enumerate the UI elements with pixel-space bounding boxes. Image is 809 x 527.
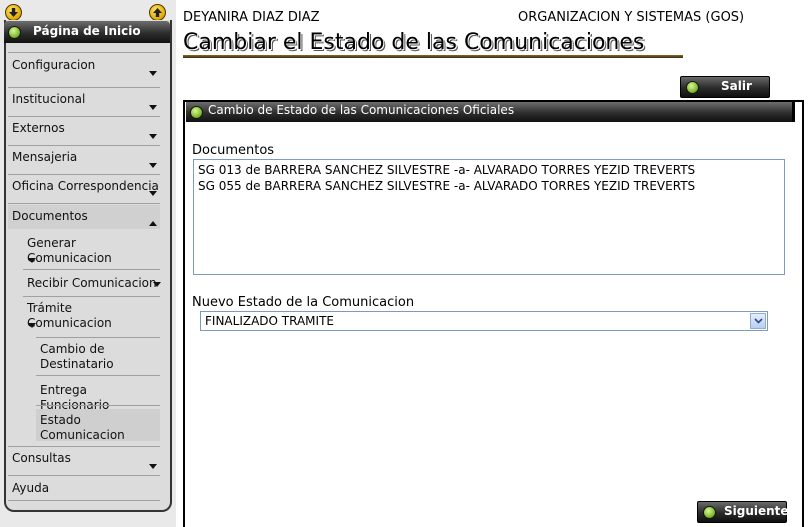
divider [8, 475, 160, 476]
sidebar-item-label: Oficina Correspondencia [12, 179, 159, 193]
chevron-down-icon [153, 282, 161, 287]
chevron-down-icon [149, 71, 157, 76]
sidebar-item-label: Ayuda [12, 481, 50, 495]
status-label: Nuevo Estado de la Comunicacion [192, 295, 415, 310]
chevron-down-icon [149, 163, 157, 168]
sidebar-item-label: Consultas [12, 451, 71, 465]
divider [36, 375, 160, 376]
dropdown-arrow-button[interactable] [750, 313, 766, 329]
sidebar-item-label: Recibir Comunicacion [27, 276, 157, 290]
organization-name: ORGANIZACION Y SISTEMAS (GOS) [518, 10, 745, 25]
divider [8, 203, 160, 204]
sidebar-item-documentos[interactable]: Documentos [8, 205, 160, 229]
sidebar-item-mensajeria[interactable]: Mensajeria [8, 146, 160, 174]
sidebar-item-cambio-destinatario[interactable]: Cambio de Destinatario [8, 338, 128, 374]
status-select[interactable]: FINALIZADO TRAMITE [200, 311, 768, 331]
divider [8, 52, 160, 53]
list-item[interactable]: SG 055 de BARRERA SANCHEZ SILVESTRE -a- … [198, 179, 695, 193]
sidebar-item-label: Externos [12, 121, 65, 135]
chevron-down-icon [28, 258, 36, 263]
chevron-down-icon [149, 464, 157, 469]
sidebar-item-recibir-comunicacion[interactable]: Recibir Comunicacion [8, 272, 161, 296]
arrow-down-circle-icon[interactable] [5, 4, 22, 21]
documents-listbox[interactable]: SG 013 de BARRERA SANCHEZ SILVESTRE -a- … [193, 159, 785, 275]
sidebar-item-institucional[interactable]: Institucional [8, 88, 160, 116]
divider [36, 405, 160, 406]
list-item[interactable]: SG 013 de BARRERA SANCHEZ SILVESTRE -a- … [198, 163, 695, 177]
sidebar-item-label: Institucional [12, 92, 86, 106]
page-title: Cambiar el Estado de las Comunicaciones [183, 30, 645, 55]
sidebar-item-label: Cambio de Destinatario [40, 342, 114, 371]
arrow-up-circle-icon[interactable] [149, 4, 166, 21]
green-lamp-icon [686, 81, 699, 94]
chevron-up-icon [149, 221, 157, 226]
next-button-label: Siguiente [724, 504, 789, 518]
divider [8, 500, 160, 501]
sidebar-item-entrega-funcionario[interactable]: Entrega Funcionario [8, 379, 160, 412]
panel-title-bar: Cambio de Estado de las Comunicaciones O… [186, 102, 795, 122]
sidebar-item-label: Trámite Comunicacion [27, 301, 112, 330]
documents-label: Documentos [192, 143, 275, 158]
sidebar-item-tramite-comunicacion[interactable]: Trámite Comunicacion [8, 297, 160, 333]
sidebar-item-label: Generar Comunicacion [27, 236, 112, 265]
sidebar-item-label: Configuracion [12, 58, 96, 72]
exit-button[interactable]: Salir [680, 76, 770, 98]
home-title: Página de Inicio [33, 24, 141, 38]
chevron-down-icon [149, 134, 157, 139]
sidebar-item-oficina-correspondencia[interactable]: Oficina Correspondencia [8, 175, 160, 203]
sidebar-item-label: Estado Comunicacion [40, 413, 125, 442]
divider [23, 269, 160, 270]
chevron-down-icon [149, 191, 157, 196]
sidebar-item-consultas[interactable]: Consultas [8, 447, 160, 475]
chevron-down-icon [28, 323, 36, 328]
title-underline [183, 55, 683, 58]
sidebar: Página de Inicio Configuracion Instituci… [0, 0, 176, 527]
sidebar-item-configuracion[interactable]: Configuracion [8, 54, 160, 86]
home-bar[interactable]: Página de Inicio [4, 21, 170, 43]
sidebar-item-externos[interactable]: Externos [8, 117, 160, 145]
sidebar-item-ayuda[interactable]: Ayuda [8, 477, 160, 499]
green-lamp-icon [190, 106, 203, 119]
sidebar-item-label: Documentos [12, 209, 88, 223]
green-lamp-icon [8, 26, 21, 39]
sidebar-item-estado-comunicacion[interactable]: Estado Comunicacion [36, 409, 160, 442]
green-lamp-icon [703, 506, 716, 519]
exit-button-label: Salir [721, 79, 752, 93]
next-button[interactable]: Siguiente [697, 501, 789, 523]
status-select-value: FINALIZADO TRAMITE [205, 314, 334, 328]
chevron-down-icon [149, 105, 157, 110]
sidebar-item-label: Mensajeria [12, 150, 78, 164]
panel-title: Cambio de Estado de las Comunicaciones O… [208, 103, 515, 117]
user-name: DEYANIRA DIAZ DIAZ [183, 10, 320, 25]
sidebar-item-generar-comunicacion[interactable]: Generar Comunicacion [8, 232, 160, 268]
